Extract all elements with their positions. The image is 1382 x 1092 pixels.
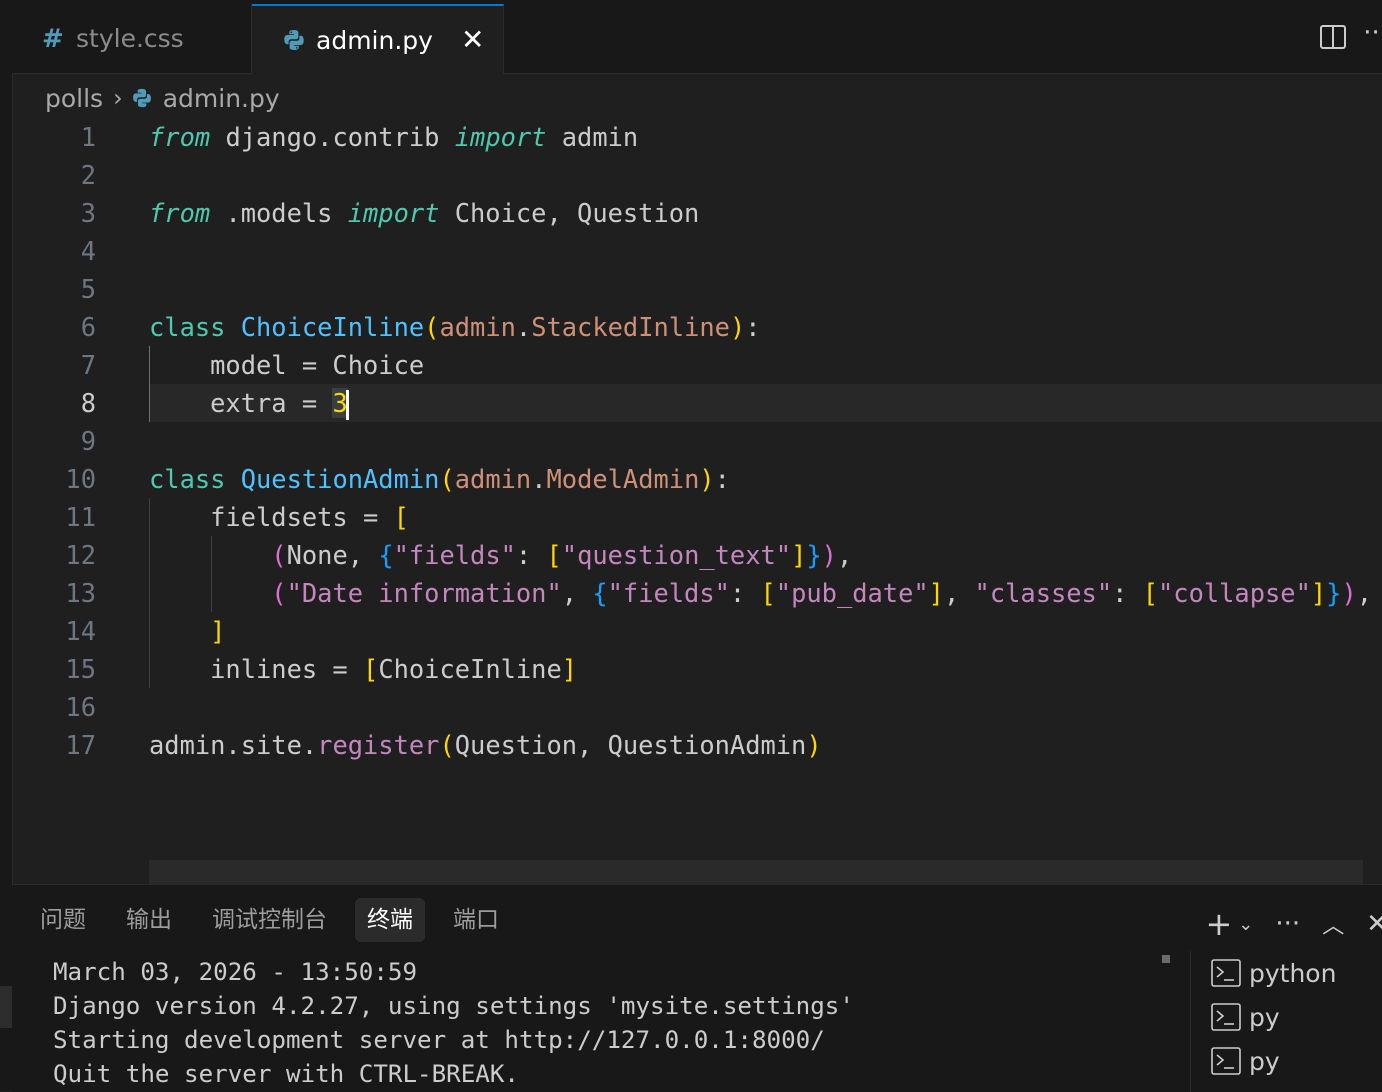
line-number: 12 xyxy=(65,540,96,570)
code-line-3: from .models import Choice, Question xyxy=(149,198,700,228)
line-number-active: 8 xyxy=(80,388,96,418)
code-line-7: model = Choice xyxy=(149,350,425,380)
line-number: 10 xyxy=(65,464,96,494)
horizontal-scrollbar[interactable] xyxy=(149,860,1363,884)
breadcrumb-file[interactable]: admin.py xyxy=(163,84,280,113)
panel-tabs: 问题 输出 调试控制台 终端 端口 xyxy=(12,897,511,943)
close-icon[interactable]: ✕ xyxy=(461,26,484,54)
line-number: 4 xyxy=(80,236,96,266)
chevron-right-icon: › xyxy=(113,84,123,112)
code-line-14: ] xyxy=(210,616,226,646)
code-line-17: admin.site.register(Question, QuestionAd… xyxy=(149,730,822,760)
line-number: 6 xyxy=(80,312,96,342)
terminal-item-python[interactable]: python xyxy=(1191,951,1382,995)
terminal-name: python xyxy=(1249,958,1337,988)
line-number: 14 xyxy=(65,616,96,646)
code-line-15: inlines = [ChoiceInline] xyxy=(149,654,578,684)
terminal-line: Starting development server at http://12… xyxy=(53,1026,825,1054)
tab-style-css[interactable]: # style.css xyxy=(12,4,252,73)
terminal-icon xyxy=(1211,959,1241,987)
code-line-13: ("Date information", {"fields": ["pub_da… xyxy=(271,578,1373,608)
terminal-list: python py py xyxy=(1190,951,1382,1092)
terminal-output[interactable]: March 03, 2026 - 13:50:59 Django version… xyxy=(53,955,854,1091)
chevron-up-icon[interactable]: ︿ xyxy=(1322,908,1344,940)
terminal-icon xyxy=(1211,1003,1241,1031)
line-number: 17 xyxy=(65,730,96,760)
breadcrumb-folder[interactable]: polls xyxy=(45,84,103,113)
terminal-line: Django version 4.2.27, using settings 'm… xyxy=(53,992,854,1020)
text-cursor xyxy=(345,390,349,420)
terminal-name: py xyxy=(1249,1046,1280,1076)
code-line-1: from django.contrib import admin xyxy=(149,122,639,152)
close-panel-icon[interactable]: ✕ xyxy=(1366,909,1382,939)
tab-admin-py[interactable]: admin.py ✕ xyxy=(252,4,504,74)
line-number: 2 xyxy=(80,160,96,190)
css-hash-icon: # xyxy=(42,23,64,54)
line-number: 1 xyxy=(80,122,96,152)
code-line-10: class QuestionAdmin(admin.ModelAdmin): xyxy=(149,464,730,494)
chevron-down-icon[interactable]: ⌄ xyxy=(1238,914,1253,935)
code-line-6: class ChoiceInline(admin.StackedInline): xyxy=(149,312,761,342)
split-editor-icon[interactable] xyxy=(1318,22,1348,52)
bottom-panel: 问题 输出 调试控制台 终端 端口 + ⌄ ··· ︿ ✕ March 03, … xyxy=(12,884,1382,1092)
breadcrumb: polls › admin.py xyxy=(45,80,280,116)
plus-icon[interactable]: + xyxy=(1205,905,1232,943)
tab-problems[interactable]: 问题 xyxy=(28,898,98,942)
line-number: 5 xyxy=(80,274,96,304)
terminal-name: py xyxy=(1249,1002,1280,1032)
line-number: 3 xyxy=(80,198,96,228)
terminal-item-py[interactable]: py xyxy=(1191,995,1382,1039)
more-actions-icon[interactable]: ··· xyxy=(1275,909,1300,939)
python-icon xyxy=(282,28,316,52)
tab-label: admin.py xyxy=(316,25,433,55)
python-icon xyxy=(131,87,153,109)
code-line-12: (None, {"fields": ["question_text"]}), xyxy=(271,540,853,570)
terminal-icon xyxy=(1211,1047,1241,1075)
line-number: 9 xyxy=(80,426,96,456)
tab-terminal[interactable]: 终端 xyxy=(355,898,425,942)
activity-marker xyxy=(0,986,12,1028)
terminal-line: March 03, 2026 - 13:50:59 xyxy=(53,958,418,986)
line-number: 11 xyxy=(65,502,96,532)
line-number: 16 xyxy=(65,692,96,722)
editor-tab-bar: # style.css admin.py ✕ ··· xyxy=(12,0,1382,74)
line-number: 13 xyxy=(65,578,96,608)
tab-label: style.css xyxy=(76,24,184,53)
line-number: 15 xyxy=(65,654,96,684)
tab-output[interactable]: 输出 xyxy=(114,898,184,942)
terminal-item-py[interactable]: py xyxy=(1191,1039,1382,1083)
scroll-indicator xyxy=(1162,955,1170,963)
tab-ports[interactable]: 端口 xyxy=(441,898,511,942)
more-actions-icon[interactable]: ··· xyxy=(1363,18,1382,48)
tab-debug-console[interactable]: 调试控制台 xyxy=(200,898,339,942)
line-number: 7 xyxy=(80,350,96,380)
code-line-11: fieldsets = [ xyxy=(149,502,409,532)
code-line-8: extra = 3 xyxy=(149,388,349,420)
terminal-line: Quit the server with CTRL-BREAK. xyxy=(53,1060,519,1088)
code-editor[interactable]: 1 2 3 4 5 6 7 8 9 10 11 12 13 14 15 16 1… xyxy=(12,118,1382,884)
panel-actions: + ⌄ ··· ︿ ✕ xyxy=(1183,905,1382,943)
